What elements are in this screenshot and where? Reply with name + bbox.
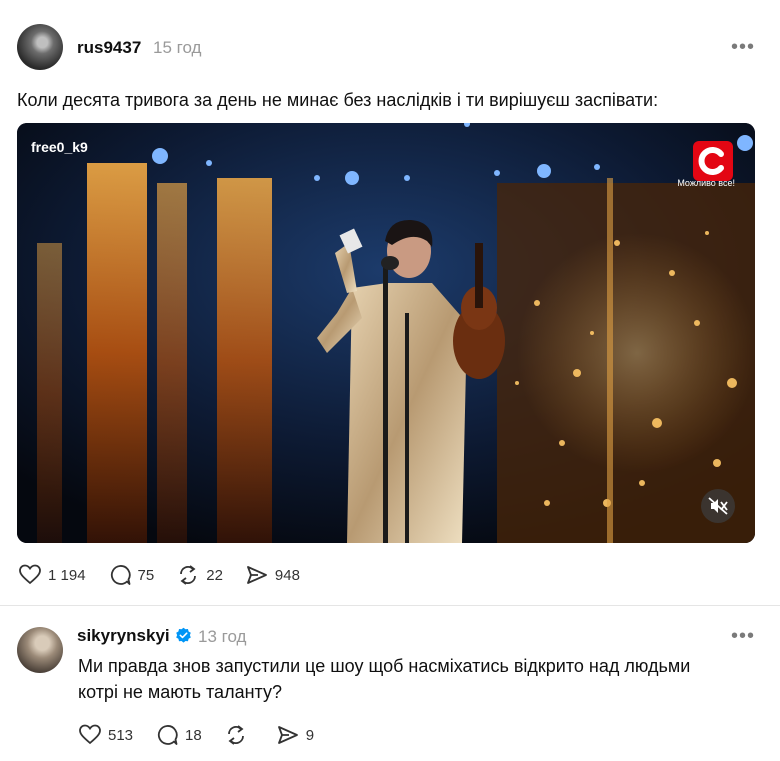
repost-button[interactable]: 22 [176,563,223,587]
reply-username[interactable]: sikyrynskyi [77,626,170,646]
reply-share-count: 9 [305,726,315,744]
post-timestamp[interactable]: 15 год [153,38,201,58]
video-watermark: free0_k9 [31,139,88,155]
send-icon [247,566,267,584]
repost-icon [180,565,197,585]
reply-text-line2: котрі не мають таланту? [78,682,282,702]
post-actions: 1 194 75 22 948 [18,563,322,587]
reply-more-options-icon[interactable]: ••• [731,625,755,648]
reply-reply-button[interactable]: 18 [155,723,202,747]
speaker-muted-icon [708,497,728,515]
reply-reply-count: 18 [185,726,202,744]
repost-icon [227,725,244,745]
like-count: 1 194 [48,566,86,584]
like-button[interactable]: 1 194 [18,563,86,587]
channel-logo-icon [698,147,724,175]
verified-badge-icon [176,627,191,643]
video-player[interactable]: free0_k9 Можливо все! [17,123,755,543]
post-username[interactable]: rus9437 [77,38,141,58]
reply-count: 75 [137,566,155,584]
heart-icon [19,564,41,585]
reply-actions: 513 18 9 [78,723,336,747]
channel-tagline: Можливо все! [677,178,735,188]
thread-divider [0,605,780,606]
comment-icon [110,565,131,585]
heart-icon [79,724,101,745]
share-button[interactable]: 948 [245,563,300,587]
post-text: Коли десята тривога за день не минає без… [17,90,659,110]
send-icon [277,726,298,744]
more-options-icon[interactable]: ••• [731,36,755,59]
mute-button[interactable] [701,489,735,523]
comment-icon [158,725,178,745]
reply-timestamp[interactable]: 13 год [198,627,246,647]
video-frame [17,123,755,543]
reply-avatar[interactable] [17,627,63,673]
reply-like-button[interactable]: 513 [78,723,133,747]
reply-share-button[interactable]: 9 [276,723,314,747]
reply-like-count: 513 [108,726,134,744]
reply-button[interactable]: 75 [108,563,155,587]
repost-count: 22 [206,566,223,584]
avatar[interactable] [17,24,63,70]
share-count: 948 [274,566,300,584]
reply-text-line1: Ми правда знов запустили це шоу щоб насм… [78,656,691,676]
reply-repost-button[interactable] [224,723,254,747]
channel-logo [693,141,733,181]
